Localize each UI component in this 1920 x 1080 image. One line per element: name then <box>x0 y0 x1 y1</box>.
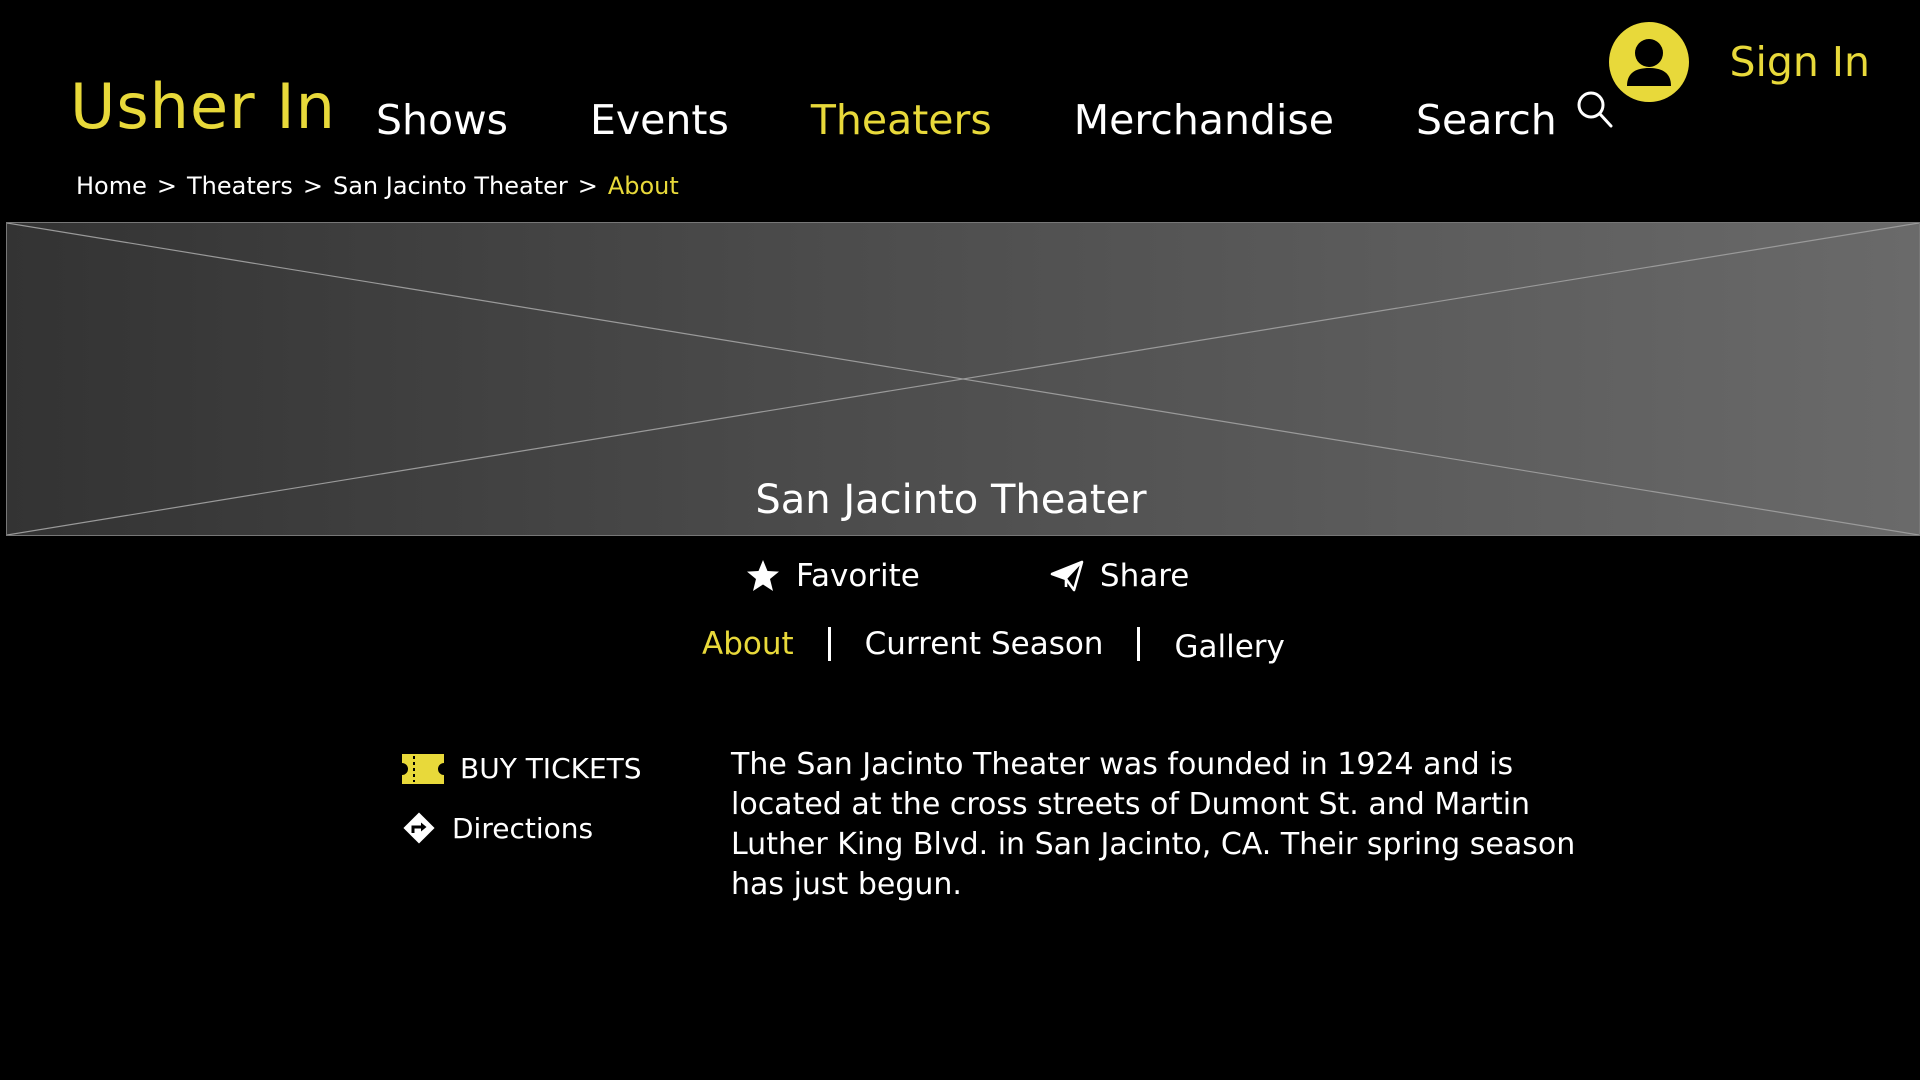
nav-shows[interactable]: Shows <box>376 96 508 144</box>
ticket-icon[interactable] <box>402 753 444 784</box>
sign-in-label[interactable]: Sign In <box>1729 38 1870 86</box>
tab-divider <box>1137 627 1141 661</box>
sign-in-button[interactable]: Sign In <box>1609 22 1870 102</box>
breadcrumb-san-jacinto-theater[interactable]: San Jacinto Theater <box>333 172 568 200</box>
breadcrumb-about: About <box>607 172 679 200</box>
star-icon[interactable] <box>746 559 780 593</box>
theater-title: San Jacinto Theater <box>755 477 1147 523</box>
tab-current-season[interactable]: Current Season <box>865 626 1104 662</box>
about-description: The San Jacinto Theater was founded in 1… <box>731 747 1576 902</box>
directions-label[interactable]: Directions <box>452 812 593 845</box>
directions-button[interactable]: Directions <box>402 811 642 845</box>
directions-icon[interactable] <box>402 811 436 845</box>
action-bar: Favorite Share <box>746 558 1189 594</box>
buy-tickets-button[interactable]: BUY TICKETS <box>402 752 642 785</box>
breadcrumb-separator: > <box>156 172 177 200</box>
hero-banner: San Jacinto Theater <box>6 222 1920 536</box>
main-nav: Shows Events Theaters Merchandise Search <box>376 91 1615 144</box>
breadcrumb-theaters[interactable]: Theaters <box>187 172 293 200</box>
favorite-label[interactable]: Favorite <box>796 558 920 594</box>
nav-search[interactable]: Search <box>1416 91 1615 144</box>
nav-search-label[interactable]: Search <box>1416 96 1557 144</box>
share-button[interactable]: Share <box>1050 558 1189 594</box>
tab-gallery[interactable]: Gallery <box>1174 629 1284 665</box>
user-avatar-icon[interactable] <box>1609 22 1690 102</box>
share-label[interactable]: Share <box>1100 558 1189 594</box>
side-actions: BUY TICKETS Directions <box>402 752 642 845</box>
breadcrumb-separator: > <box>302 172 323 200</box>
breadcrumb: Home > Theaters > San Jacinto Theater > … <box>76 172 679 200</box>
favorite-button[interactable]: Favorite <box>746 558 920 594</box>
logo[interactable]: Usher In <box>70 70 336 143</box>
nav-theaters[interactable]: Theaters <box>811 96 992 144</box>
nav-merchandise[interactable]: Merchandise <box>1074 96 1334 144</box>
breadcrumb-home[interactable]: Home <box>76 172 147 200</box>
buy-tickets-label[interactable]: BUY TICKETS <box>460 752 642 785</box>
tab-divider <box>827 627 831 661</box>
paper-plane-icon[interactable] <box>1050 559 1084 593</box>
breadcrumb-separator: > <box>577 172 598 200</box>
nav-events[interactable]: Events <box>590 96 729 144</box>
tab-about[interactable]: About <box>702 626 794 662</box>
section-tabs: About Current Season Gallery <box>702 626 1285 665</box>
page: Usher In Shows Events Theaters Merchandi… <box>0 0 1920 1080</box>
